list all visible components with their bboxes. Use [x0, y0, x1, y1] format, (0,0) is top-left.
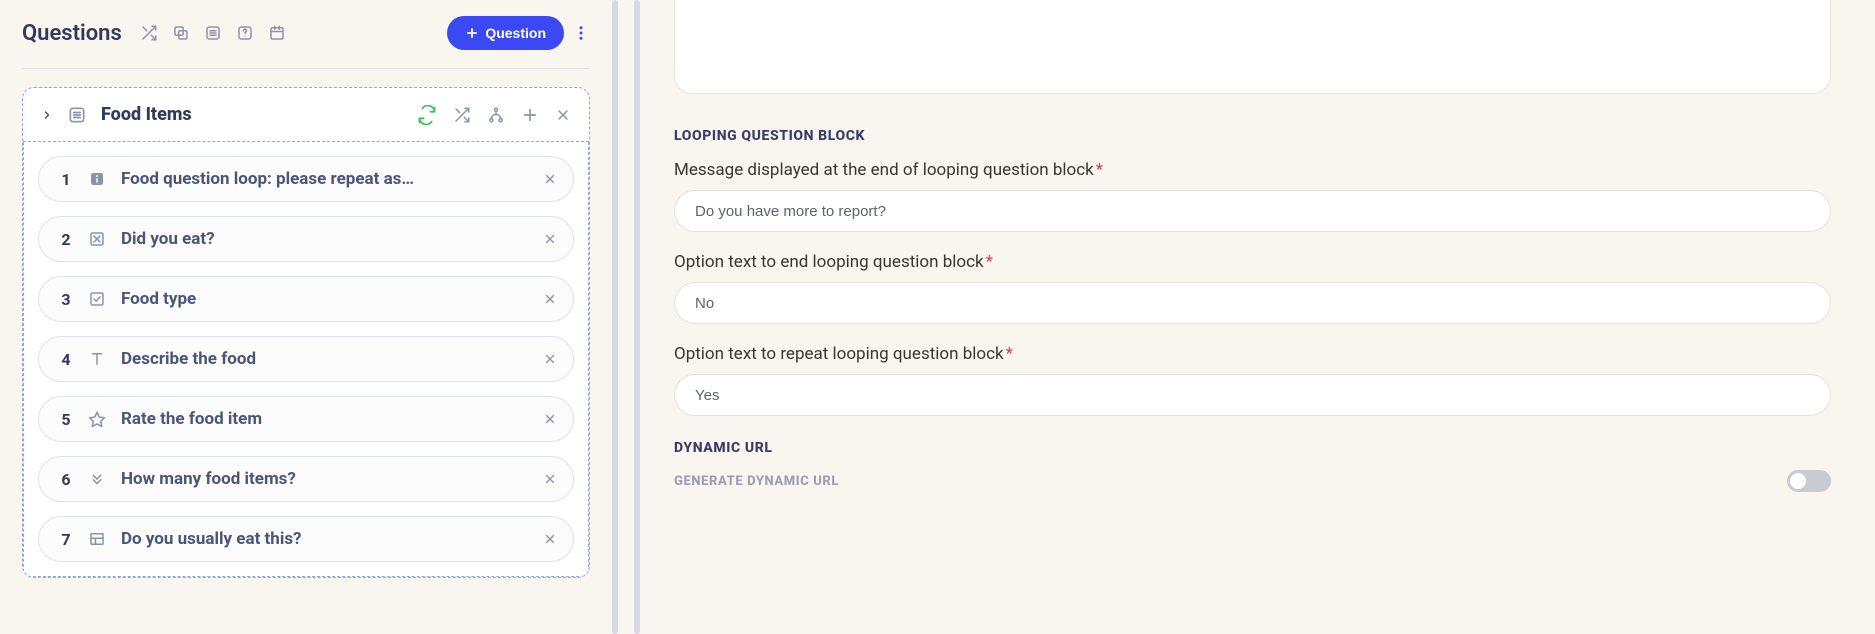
question-label: Describe the food: [121, 349, 529, 369]
question-row[interactable]: 6 How many food items?: [38, 456, 574, 502]
chevron-right-icon[interactable]: [41, 109, 53, 121]
list-icon[interactable]: [204, 24, 222, 42]
table-icon: [87, 530, 107, 548]
field-end-option: Option text to end looping question bloc…: [674, 252, 1831, 324]
copy-icon[interactable]: [172, 24, 190, 42]
section-heading: Dynamic URL: [674, 440, 1831, 456]
field-label: Message displayed at the end of looping …: [674, 160, 1831, 180]
questions-header-icons: [140, 24, 286, 42]
close-icon[interactable]: [543, 472, 557, 486]
required-marker: *: [1096, 160, 1103, 180]
group-title: Food Items: [101, 104, 192, 125]
question-label: Do you usually eat this?: [121, 529, 529, 549]
close-icon[interactable]: [543, 172, 557, 186]
detail-panel: Looping Question Block Message displayed…: [640, 0, 1875, 634]
field-repeat-option: Option text to repeat looping question b…: [674, 344, 1831, 416]
question-label: Food type: [121, 289, 529, 309]
info-icon: [87, 170, 107, 188]
question-number: 1: [59, 170, 73, 189]
double-chevron-down-icon: [87, 470, 107, 488]
add-question-label: Question: [485, 25, 546, 41]
question-number: 2: [59, 230, 73, 249]
text-icon: [87, 350, 107, 368]
check-square-icon: [87, 290, 107, 308]
question-number: 5: [59, 410, 73, 429]
field-label: Option text to end looping question bloc…: [674, 252, 1831, 272]
required-marker: *: [986, 252, 993, 272]
questions-header: Questions: [22, 10, 590, 68]
field-label-text: Message displayed at the end of looping …: [674, 160, 1094, 180]
question-number: 7: [59, 530, 73, 549]
shuffle-icon[interactable]: [453, 106, 471, 124]
branch-icon[interactable]: [487, 106, 505, 124]
more-menu-icon[interactable]: [572, 24, 590, 42]
list-icon: [67, 105, 87, 125]
field-end-message: Message displayed at the end of looping …: [674, 160, 1831, 232]
dynamic-url-section: Dynamic URL Generate Dynamic URL: [674, 440, 1831, 492]
end-option-input[interactable]: [674, 282, 1831, 324]
star-icon: [87, 410, 107, 428]
close-icon[interactable]: [543, 412, 557, 426]
toggle-row: Generate Dynamic URL: [674, 470, 1831, 492]
close-icon[interactable]: [543, 232, 557, 246]
question-row[interactable]: 2 Did you eat?: [38, 216, 574, 262]
add-question-button[interactable]: Question: [447, 16, 564, 50]
questions-list: 1 Food question loop: please repeat as… …: [23, 142, 589, 577]
generate-dynamic-url-toggle[interactable]: [1787, 470, 1831, 492]
close-icon[interactable]: [543, 532, 557, 546]
question-label: Did you eat?: [121, 229, 529, 249]
help-icon[interactable]: [236, 24, 254, 42]
question-label: How many food items?: [121, 469, 529, 489]
toggle-label: Generate Dynamic URL: [674, 474, 839, 489]
questions-title: Questions: [22, 21, 122, 46]
repeat-option-input[interactable]: [674, 374, 1831, 416]
shuffle-icon[interactable]: [140, 24, 158, 42]
calendar-icon[interactable]: [268, 24, 286, 42]
question-number: 3: [59, 290, 73, 309]
checkbox-x-icon: [87, 230, 107, 248]
question-group: Food Items: [22, 87, 590, 578]
question-row[interactable]: 1 Food question loop: please repeat as…: [38, 156, 574, 202]
question-label: Food question loop: please repeat as…: [121, 169, 529, 189]
questions-panel: Questions: [0, 0, 612, 634]
question-row[interactable]: 3 Food type: [38, 276, 574, 322]
field-label-text: Option text to end looping question bloc…: [674, 252, 984, 272]
question-label: Rate the food item: [121, 409, 529, 429]
group-header[interactable]: Food Items: [23, 88, 589, 142]
question-row[interactable]: 4 Describe the food: [38, 336, 574, 382]
vertical-scrollbar[interactable]: [612, 0, 640, 634]
question-number: 4: [59, 350, 73, 369]
upper-content-box: [674, 0, 1831, 94]
question-row[interactable]: 5 Rate the food item: [38, 396, 574, 442]
question-row[interactable]: 7 Do you usually eat this?: [38, 516, 574, 562]
close-icon[interactable]: [543, 352, 557, 366]
group-actions: [417, 105, 571, 125]
plus-icon[interactable]: [521, 106, 539, 124]
field-label: Option text to repeat looping question b…: [674, 344, 1831, 364]
loop-icon[interactable]: [417, 105, 437, 125]
required-marker: *: [1006, 344, 1013, 364]
end-message-input[interactable]: [674, 190, 1831, 232]
close-icon[interactable]: [555, 107, 571, 123]
field-label-text: Option text to repeat looping question b…: [674, 344, 1004, 364]
close-icon[interactable]: [543, 292, 557, 306]
section-heading: Looping Question Block: [674, 128, 1831, 144]
header-divider: [22, 68, 590, 69]
question-number: 6: [59, 470, 73, 489]
